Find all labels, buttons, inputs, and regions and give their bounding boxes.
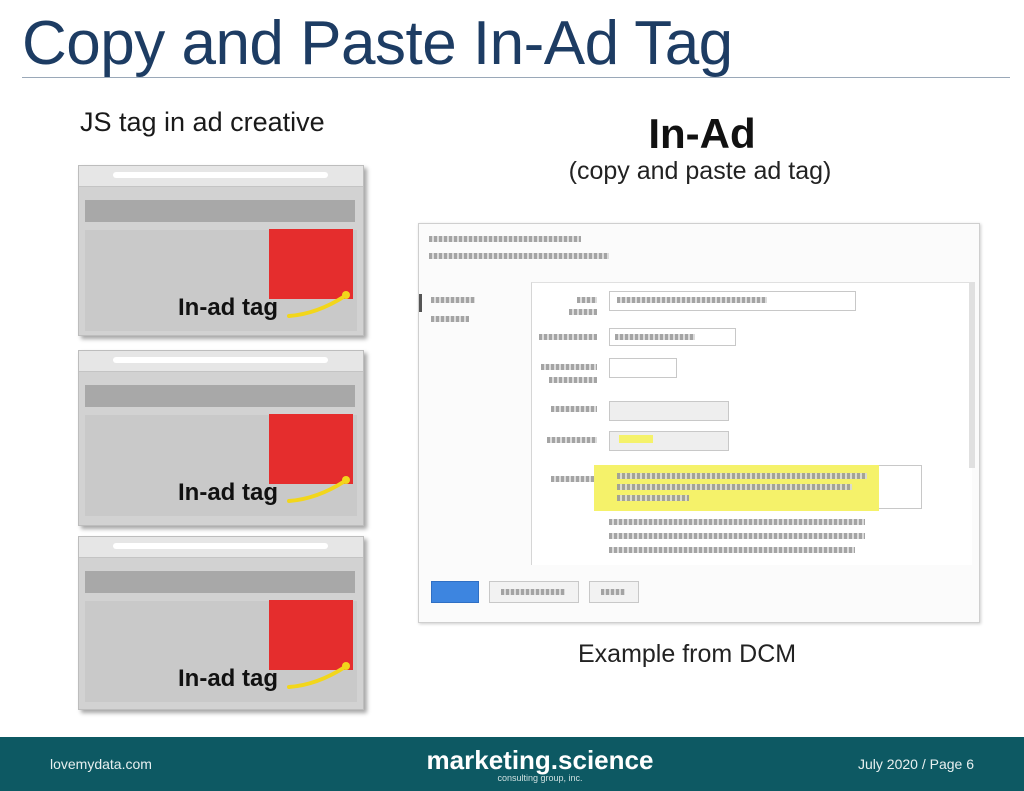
blurred-text — [617, 484, 852, 490]
blurred-text — [429, 253, 609, 259]
in-ad-tag-label: In-ad tag — [178, 479, 278, 506]
blurred-text — [617, 297, 767, 303]
blurred-text — [617, 473, 867, 479]
browser-chrome — [79, 166, 363, 187]
footer-website: lovemydata.com — [50, 756, 152, 772]
blurred-text — [617, 495, 689, 501]
in-ad-subheading: (copy and paste ad tag) — [568, 157, 832, 185]
dcm-example-screenshot — [418, 223, 980, 623]
example-caption: Example from DCM — [578, 640, 797, 668]
footer-date-page: July 2020 / Page 6 — [858, 756, 974, 772]
blurred-text — [601, 589, 625, 595]
footer-brand: marketing.science — [426, 745, 654, 775]
pointer-arrow-icon — [287, 291, 350, 318]
title-divider — [22, 77, 1010, 78]
page-header-block — [85, 385, 355, 407]
page-header-block — [85, 571, 355, 593]
blurred-text — [549, 377, 597, 383]
blurred-text — [569, 309, 597, 315]
blurred-text — [431, 297, 475, 303]
url-bar — [113, 172, 328, 178]
blurred-text — [541, 364, 597, 370]
blurred-text — [577, 297, 597, 303]
browser-chrome — [79, 351, 363, 372]
pointer-arrow-icon — [287, 662, 350, 689]
blurred-text — [547, 437, 597, 443]
save-button — [431, 581, 479, 603]
blurred-text — [615, 334, 695, 340]
blurred-text — [551, 406, 597, 412]
browser-illustration: In-ad tag — [78, 350, 364, 526]
footer-bar: lovemydata.com marketing.science consult… — [0, 737, 1024, 791]
browser-chrome — [79, 537, 363, 558]
url-bar — [113, 543, 328, 549]
url-bar — [113, 357, 328, 363]
sidebar-indicator — [419, 294, 422, 312]
blurred-text — [539, 334, 597, 340]
left-caption: JS tag in ad creative — [80, 107, 325, 137]
blurred-text — [429, 236, 581, 242]
pointer-arrow-icon — [287, 476, 350, 503]
blurred-text — [431, 316, 469, 322]
blurred-text — [609, 533, 865, 539]
blurred-text — [609, 547, 855, 553]
browser-illustration: In-ad tag — [78, 536, 364, 710]
in-ad-tag-label: In-ad tag — [178, 294, 278, 321]
footer-brand-tagline: consulting group, inc. — [497, 773, 583, 783]
browser-illustration: In-ad tag — [78, 165, 364, 336]
form-field — [609, 358, 677, 378]
in-ad-tag-label: In-ad tag — [178, 665, 278, 692]
form-field — [609, 401, 729, 421]
blurred-text — [551, 476, 597, 482]
blurred-text — [609, 519, 865, 525]
highlight-mark — [619, 435, 653, 443]
in-ad-heading: In-Ad — [648, 110, 756, 157]
page-header-block — [85, 200, 355, 222]
scrollbar — [969, 282, 975, 468]
slide-title: Copy and Paste In-Ad Tag — [22, 9, 733, 78]
blurred-text — [501, 589, 565, 595]
